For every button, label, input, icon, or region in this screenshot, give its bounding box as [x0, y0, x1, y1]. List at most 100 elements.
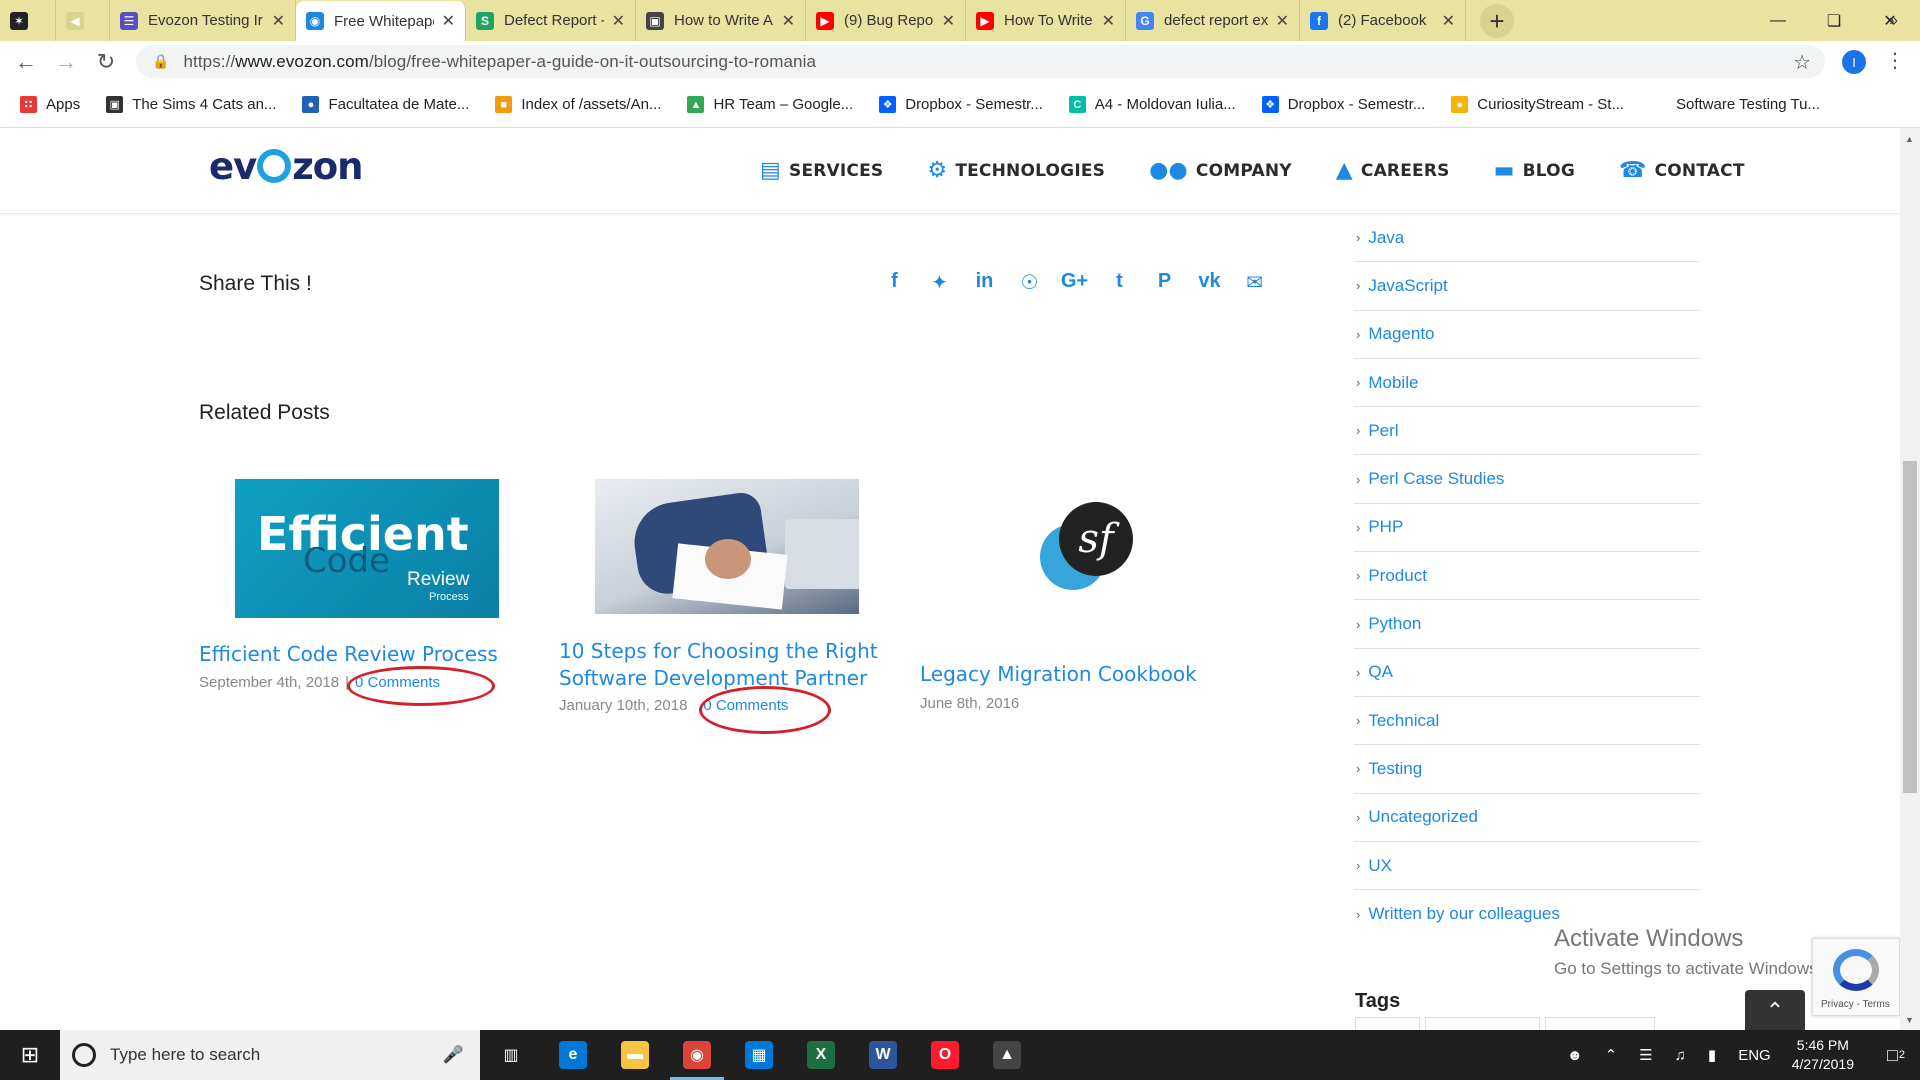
tab-close-icon[interactable]: ✕ [442, 11, 455, 31]
opera-icon[interactable]: O [914, 1030, 976, 1080]
people-icon[interactable]: ☻ [1567, 1047, 1583, 1064]
linkedin-icon[interactable]: in [962, 270, 1007, 295]
category-link[interactable]: › Product [1354, 552, 1700, 601]
store-icon[interactable]: ▦ [728, 1030, 790, 1080]
bookmark-item[interactable]: C A4 - Moldovan Iulia... [1068, 96, 1236, 113]
file-explorer-icon[interactable]: ▬ [604, 1030, 666, 1080]
reddit-icon[interactable]: ☉ [1007, 270, 1052, 295]
photos-icon[interactable]: ▲ [976, 1030, 1038, 1080]
twitter-icon[interactable]: ✦ [917, 270, 962, 295]
vk-icon[interactable]: vk [1187, 270, 1232, 295]
tag-pill[interactable] [1545, 1017, 1655, 1031]
recaptcha-badge[interactable]: Privacy - Terms [1812, 938, 1900, 1016]
tray-overflow-icon[interactable]: ⌃ [1605, 1046, 1618, 1064]
edge-icon[interactable]: e [542, 1030, 604, 1080]
tumblr-icon[interactable]: t [1097, 270, 1142, 295]
category-link[interactable]: › UX [1354, 842, 1700, 891]
category-link[interactable]: › Python [1354, 600, 1700, 649]
chrome-icon[interactable]: ◉ [666, 1030, 728, 1080]
excel-icon[interactable]: X [790, 1030, 852, 1080]
tab-close-icon[interactable]: ✕ [782, 11, 795, 31]
word-icon[interactable]: W [852, 1030, 914, 1080]
browser-menu-icon[interactable]: ⋮ [1885, 48, 1905, 73]
bookmark-item[interactable]: ❖ Dropbox - Semestr... [879, 96, 1043, 113]
nav-item-company[interactable]: ●● COMPANY [1149, 158, 1292, 183]
nav-item-careers[interactable]: ▲ CAREERS [1336, 158, 1450, 183]
tag-pill[interactable] [1355, 1017, 1420, 1031]
taskbar-search-box[interactable]: Type here to search 🎤 [60, 1030, 480, 1080]
back-button[interactable]: ← [6, 41, 46, 82]
address-bar[interactable]: 🔒 https://www.evozon.com/blog/free-white… [136, 45, 1825, 78]
wifi-icon[interactable]: ☰ [1639, 1046, 1652, 1064]
volume-icon[interactable]: ♫ [1675, 1047, 1686, 1064]
battery-icon[interactable]: ▮ [1708, 1046, 1716, 1064]
browser-tab[interactable]: Gdefect report exa ✕ [1126, 0, 1300, 41]
bookmarks-overflow-icon[interactable]: » [1889, 12, 1898, 30]
browser-tab[interactable]: ▶ (9) Bug Report - ✕ [806, 0, 966, 41]
category-link[interactable]: › Magento [1354, 311, 1700, 359]
bookmark-item[interactable]: ∷ Apps [20, 96, 80, 113]
bookmark-item[interactable]: ▲ HR Team – Google... [687, 96, 853, 113]
category-link[interactable]: › Perl [1354, 407, 1700, 456]
forward-button[interactable]: → [46, 41, 86, 82]
nav-item-blog[interactable]: ▬ BLOG [1494, 158, 1575, 183]
browser-tab[interactable]: ▶ How To Write A C ✕ [966, 0, 1126, 41]
evozon-logo[interactable]: ev zon [209, 145, 364, 188]
bookmark-item[interactable]: ■ Index of /assets/An... [495, 96, 661, 113]
tag-pill[interactable] [1425, 1017, 1540, 1031]
nav-item-services[interactable]: ▤ SERVICES [760, 158, 883, 183]
bookmark-item[interactable]: ● Facultatea de Mate... [302, 96, 469, 113]
start-button[interactable]: ⊞ [0, 1030, 60, 1080]
email-icon[interactable]: ✉ [1232, 270, 1277, 295]
category-link[interactable]: › Perl Case Studies [1354, 455, 1700, 504]
browser-tab[interactable]: ◉ Free Whitepaper ✕ [296, 1, 466, 41]
restore-button[interactable]: ❏ [1804, 0, 1864, 41]
scroll-to-top-button[interactable]: ⌃ [1745, 990, 1805, 1032]
pinterest-icon[interactable]: P [1142, 270, 1187, 295]
microphone-icon[interactable]: 🎤 [443, 1045, 464, 1065]
reload-button[interactable]: ↻ [86, 41, 126, 82]
bookmark-item[interactable]: Software Testing Tu... [1649, 96, 1820, 113]
tab-close-icon[interactable]: ✕ [612, 11, 625, 31]
category-link[interactable]: › Uncategorized [1354, 794, 1700, 842]
google-plus-icon[interactable]: G+ [1052, 270, 1097, 295]
tab-close-icon[interactable]: ✕ [942, 11, 955, 31]
tab-close-icon[interactable]: ✕ [1102, 11, 1115, 31]
post-title-link[interactable]: Efficient Code Review Process [199, 641, 498, 668]
category-link[interactable]: › Mobile [1354, 359, 1700, 408]
new-tab-button[interactable]: + [1480, 4, 1514, 38]
scrollbar-thumb[interactable] [1903, 461, 1917, 793]
browser-tab[interactable]: ☰ Evozon Testing Ir ✕ [110, 0, 296, 41]
post-thumbnail-writing[interactable] [595, 479, 859, 614]
browser-tab[interactable]: f (2) Facebook ✕ [1300, 0, 1466, 41]
browser-tab[interactable]: ✶ [0, 0, 56, 41]
post-title-link[interactable]: Legacy Migration Cookbook [920, 661, 1197, 688]
category-link[interactable]: › Testing [1354, 745, 1700, 794]
category-link[interactable]: › QA [1354, 649, 1700, 697]
category-link[interactable]: › PHP [1354, 504, 1700, 553]
post-thumbnail-symfony[interactable]: sf [1037, 484, 1161, 628]
nav-item-technologies[interactable]: ⚙ TECHNOLOGIES [927, 158, 1105, 183]
browser-tab[interactable]: ◀ [56, 0, 110, 41]
page-scrollbar[interactable]: ▲ ▼ [1900, 128, 1920, 1030]
bookmark-item[interactable]: ❖ Dropbox - Semestr... [1261, 96, 1425, 113]
tab-close-icon[interactable]: ✕ [1442, 11, 1455, 31]
tab-close-icon[interactable]: ✕ [1276, 11, 1289, 31]
notification-center-icon[interactable]: □ 2 [1872, 1045, 1920, 1066]
category-link[interactable]: › Technical [1354, 697, 1700, 746]
post-title-link[interactable]: 10 Steps for Choosing the Right Software… [559, 638, 899, 692]
facebook-icon[interactable]: f [872, 270, 917, 295]
browser-tab[interactable]: ▣ How to Write A C ✕ [636, 0, 806, 41]
category-link[interactable]: › JavaScript [1354, 262, 1700, 311]
language-indicator[interactable]: ENG [1738, 1047, 1771, 1064]
bookmark-star-icon[interactable]: ☆ [1793, 50, 1811, 75]
category-link[interactable]: › Java [1354, 214, 1700, 263]
minimize-button[interactable]: — [1748, 0, 1808, 41]
bookmark-item[interactable]: ● CuriosityStream - St... [1451, 96, 1624, 113]
browser-tab[interactable]: S Defect Report - S ✕ [466, 0, 636, 41]
post-thumbnail-code-review[interactable]: Efficient Code Review Process [235, 479, 499, 618]
tab-close-icon[interactable]: ✕ [272, 11, 285, 31]
bookmark-item[interactable]: ▣ The Sims 4 Cats an... [106, 96, 276, 113]
clock[interactable]: 5:46 PM 4/27/2019 [1792, 1036, 1854, 1074]
nav-item-contact[interactable]: ☎ CONTACT [1619, 158, 1745, 183]
